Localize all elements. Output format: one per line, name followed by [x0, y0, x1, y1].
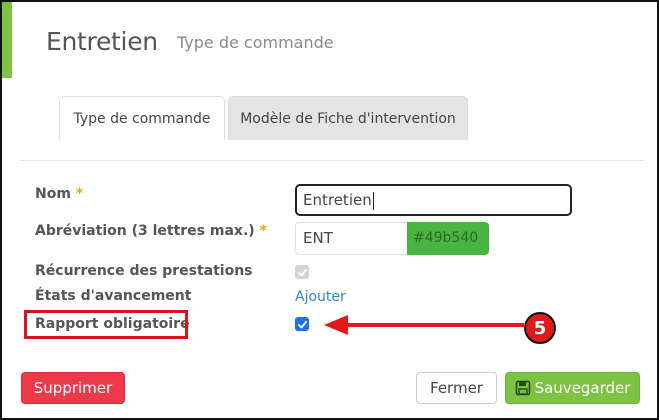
- tab-divider: [20, 160, 644, 161]
- delete-button[interactable]: Supprimer: [21, 372, 125, 404]
- nom-label: Nom *: [35, 186, 83, 202]
- save-button-label: Sauvegarder: [534, 379, 631, 397]
- modal-dialog: Entretien Type de commande Type de comma…: [0, 0, 659, 420]
- checkmark-icon: [297, 268, 307, 276]
- accent-bar: [2, 2, 12, 78]
- recurrence-label: Récurrence des prestations: [35, 263, 253, 279]
- abreviation-input[interactable]: ENT: [295, 222, 407, 255]
- save-button[interactable]: Sauvegarder: [505, 372, 640, 404]
- etats-avancement-label: États d'avancement: [35, 288, 192, 304]
- arrow-left-icon: [324, 315, 524, 335]
- page-title: Entretien: [46, 27, 158, 56]
- recurrence-checkbox: [295, 265, 309, 279]
- rapport-obligatoire-checkbox[interactable]: [295, 317, 309, 331]
- annotation-step-badge: 5: [524, 312, 556, 344]
- nom-input-value: Entretien: [303, 191, 372, 209]
- nom-label-text: Nom: [35, 186, 71, 202]
- floppy-disk-icon: [515, 380, 530, 396]
- abreviation-label-text: Abréviation (3 lettres max.): [35, 223, 255, 239]
- tab-modele-fiche-intervention[interactable]: Modèle de Fiche d'intervention: [228, 96, 468, 140]
- checkmark-icon: [297, 320, 307, 328]
- color-picker-input[interactable]: #49b540: [407, 222, 489, 255]
- page-subtitle: Type de commande: [177, 33, 334, 52]
- nom-input[interactable]: Entretien: [295, 184, 572, 216]
- abreviation-label: Abréviation (3 lettres max.) *: [35, 223, 267, 239]
- ajouter-link[interactable]: Ajouter: [295, 289, 346, 305]
- text-caret: [372, 191, 374, 210]
- annotation-highlight-box: [24, 310, 188, 339]
- nom-required-mark: *: [75, 186, 84, 202]
- abreviation-required-mark: *: [259, 223, 267, 239]
- close-button[interactable]: Fermer: [416, 372, 497, 404]
- tab-type-de-commande[interactable]: Type de commande: [59, 96, 225, 140]
